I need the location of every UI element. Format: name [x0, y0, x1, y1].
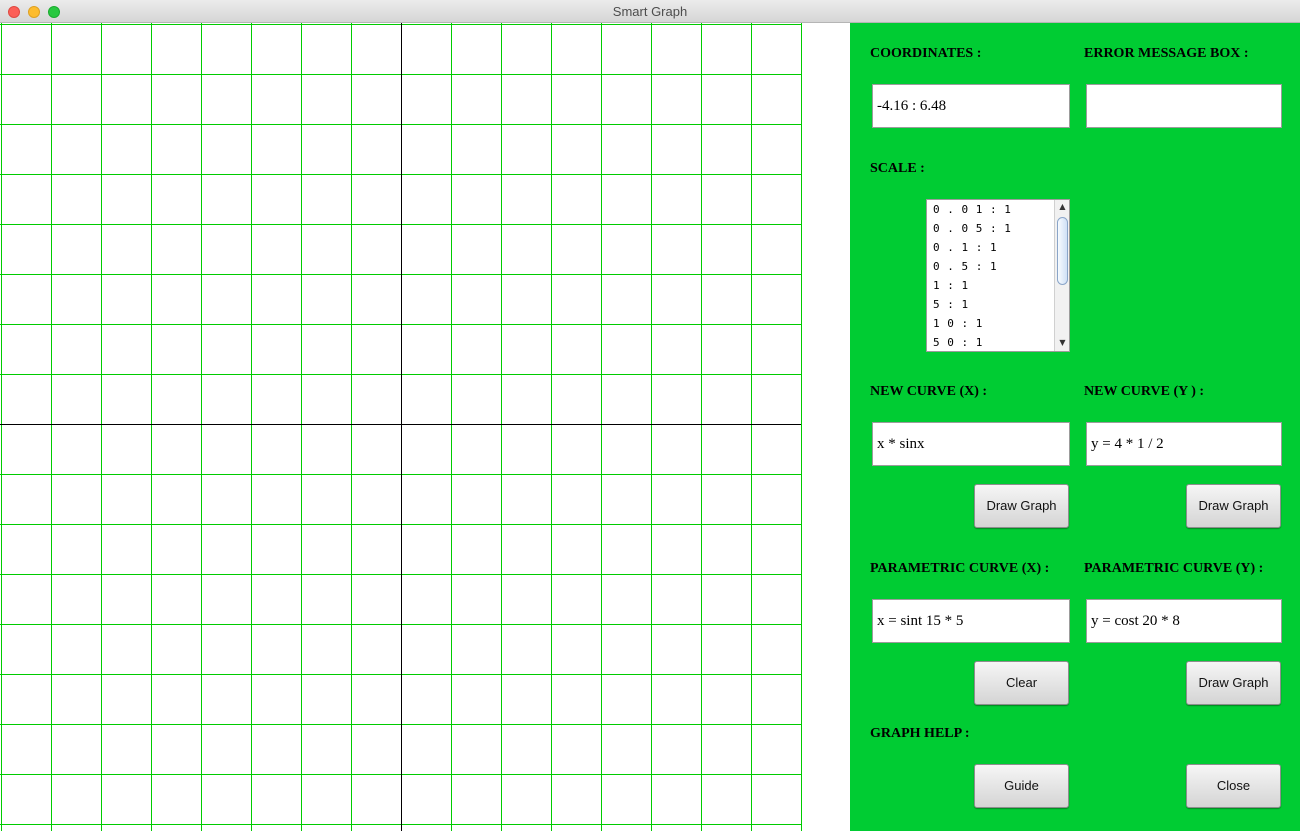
close-button[interactable]: Close — [1186, 764, 1281, 808]
scale-label: SCALE : — [870, 161, 925, 176]
scrollbar-thumb[interactable] — [1057, 217, 1068, 285]
graph-grid — [0, 23, 802, 831]
scale-option[interactable]: 0 . 1 : 1 — [933, 241, 997, 254]
draw-graph-parametric-button[interactable]: Draw Graph — [1186, 661, 1281, 705]
scale-list[interactable]: 0 . 0 1 : 1 0 . 0 5 : 1 0 . 1 : 1 0 . 5 … — [926, 199, 1070, 352]
control-panel: COORDINATES : ERROR MESSAGE BOX : -4.16 … — [850, 23, 1300, 831]
window-title: Smart Graph — [612, 4, 688, 19]
new-curve-x-input[interactable]: x * sinx — [872, 422, 1070, 466]
new-curve-y-label: NEW CURVE (Y ) : — [1084, 384, 1205, 399]
new-curve-y-input[interactable]: y = 4 * 1 / 2 — [1086, 422, 1282, 466]
scale-option[interactable]: 0 . 0 1 : 1 — [933, 203, 1011, 216]
graph-help-label: GRAPH HELP : — [870, 726, 970, 741]
scale-option[interactable]: 5 : 1 — [933, 298, 969, 311]
error-message-field[interactable] — [1086, 84, 1282, 128]
parametric-x-input[interactable]: x = sint 15 * 5 — [872, 599, 1070, 643]
coordinates-label: COORDINATES : — [870, 46, 982, 61]
draw-graph-x-button[interactable]: Draw Graph — [974, 484, 1069, 528]
clear-button[interactable]: Clear — [974, 661, 1069, 705]
scale-option[interactable]: 5 0 : 1 — [933, 336, 983, 349]
scale-option[interactable]: 1 0 : 1 — [933, 317, 983, 330]
title-bar: Smart Graph — [0, 0, 1300, 23]
guide-button[interactable]: Guide — [974, 764, 1069, 808]
parametric-y-input[interactable]: y = cost 20 * 8 — [1086, 599, 1282, 643]
scale-option[interactable]: 0 . 5 : 1 — [933, 260, 997, 273]
scale-option[interactable]: 0 . 0 5 : 1 — [933, 222, 1011, 235]
parametric-x-label: PARAMETRIC CURVE (X) : — [870, 561, 1050, 576]
up-arrow-icon[interactable]: ▲ — [1056, 201, 1069, 213]
error-message-label: ERROR MESSAGE BOX : — [1084, 46, 1249, 61]
scale-option[interactable]: 1 : 1 — [933, 279, 969, 292]
coordinates-field[interactable]: -4.16 : 6.48 — [872, 84, 1070, 128]
graph-canvas[interactable] — [0, 23, 850, 831]
scale-scrollbar[interactable]: ▲ ▼ — [1054, 200, 1069, 351]
new-curve-x-label: NEW CURVE (X) : — [870, 384, 988, 399]
down-arrow-icon[interactable]: ▼ — [1056, 337, 1069, 349]
parametric-y-label: PARAMETRIC CURVE (Y) : — [1084, 561, 1264, 576]
draw-graph-y-button[interactable]: Draw Graph — [1186, 484, 1281, 528]
